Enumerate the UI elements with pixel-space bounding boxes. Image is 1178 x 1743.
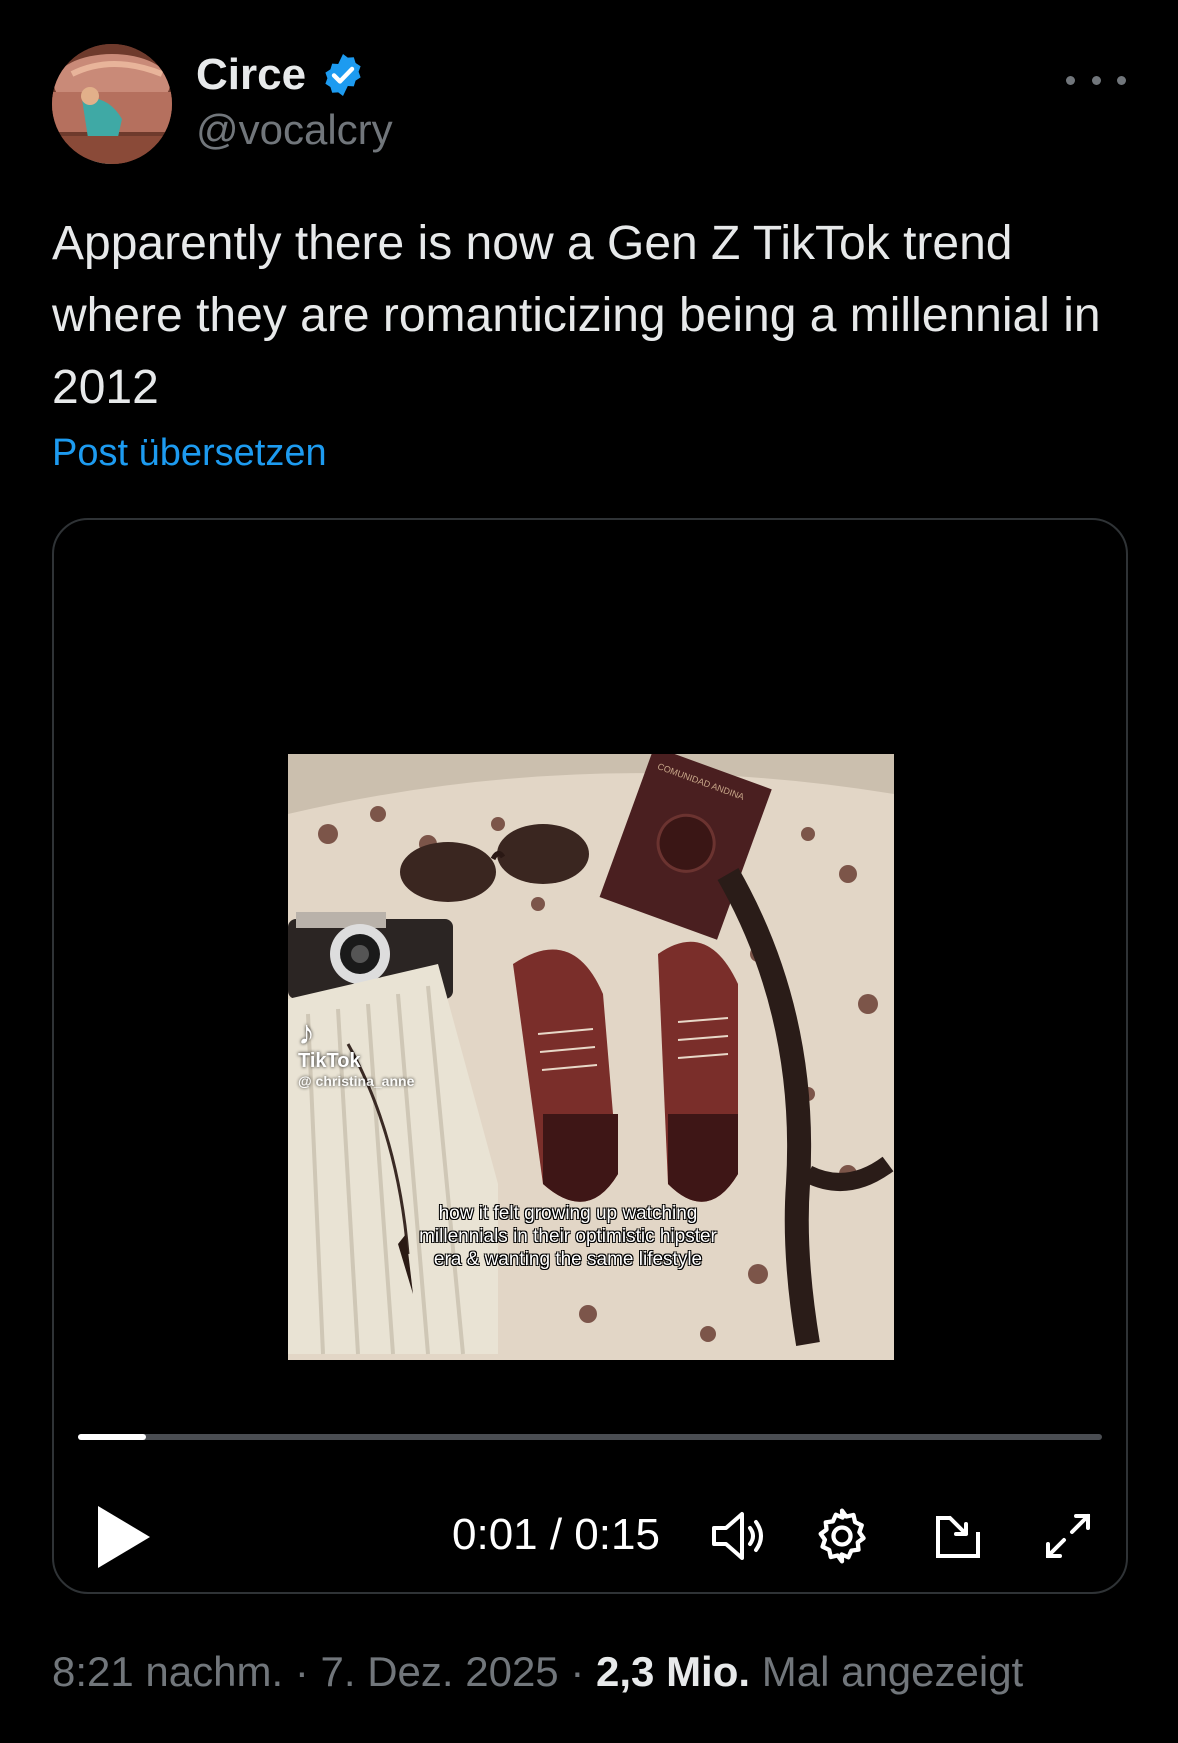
video-player[interactable]: COMUNIDAD ANDINA ♪ TikTok @ christina_an… <box>52 518 1128 1594</box>
volume-icon[interactable] <box>708 1504 772 1568</box>
play-icon[interactable] <box>94 1502 154 1572</box>
more-options-icon[interactable] <box>1066 60 1126 100</box>
avatar[interactable] <box>52 44 172 164</box>
separator: · <box>570 1648 585 1695</box>
translate-post-link[interactable]: Post übersetzen <box>52 432 327 475</box>
views-label: Mal angezeigt <box>761 1648 1024 1695</box>
post-time[interactable]: 8:21 nachm. <box>52 1648 283 1695</box>
expand-icon[interactable] <box>1036 1504 1100 1568</box>
tweet-header: Circe @vocalcry <box>52 44 1126 164</box>
verified-badge-icon <box>319 51 367 99</box>
tweet-meta: 8:21 nachm. · 7. Dez. 2025 · 2,3 Mio. Ma… <box>52 1648 1023 1696</box>
tiktok-logo-icon: ♪ <box>298 1014 315 1052</box>
post-date[interactable]: 7. Dez. 2025 <box>321 1648 559 1695</box>
tiktok-brand: TikTok <box>298 1050 361 1072</box>
views-count: 2,3 Mio. <box>596 1648 751 1695</box>
dot <box>1066 75 1075 85</box>
video-caption: how it felt growing up watching millenni… <box>419 1203 717 1270</box>
tiktok-watermark: ♪ TikTok @ christina_anne <box>298 1016 414 1089</box>
tiktok-username: @ christina_anne <box>298 1073 415 1089</box>
display-name[interactable]: Circe <box>196 50 306 100</box>
tweet-text: Apparently there is now a Gen Z TikTok t… <box>52 217 1101 414</box>
time-display: 0:01 / 0:15 <box>452 1510 660 1559</box>
separator: · <box>294 1648 309 1695</box>
picture-in-picture-icon[interactable] <box>926 1504 990 1568</box>
gear-icon[interactable] <box>810 1504 874 1568</box>
dot <box>1117 75 1126 85</box>
video-frame[interactable]: COMUNIDAD ANDINA ♪ TikTok @ christina_an… <box>288 754 894 1360</box>
progress-fill <box>78 1434 147 1440</box>
author-names: Circe @vocalcry <box>196 50 393 154</box>
progress-bar[interactable] <box>78 1434 1102 1440</box>
author-handle[interactable]: @vocalcry <box>196 106 393 154</box>
dot <box>1091 75 1101 85</box>
